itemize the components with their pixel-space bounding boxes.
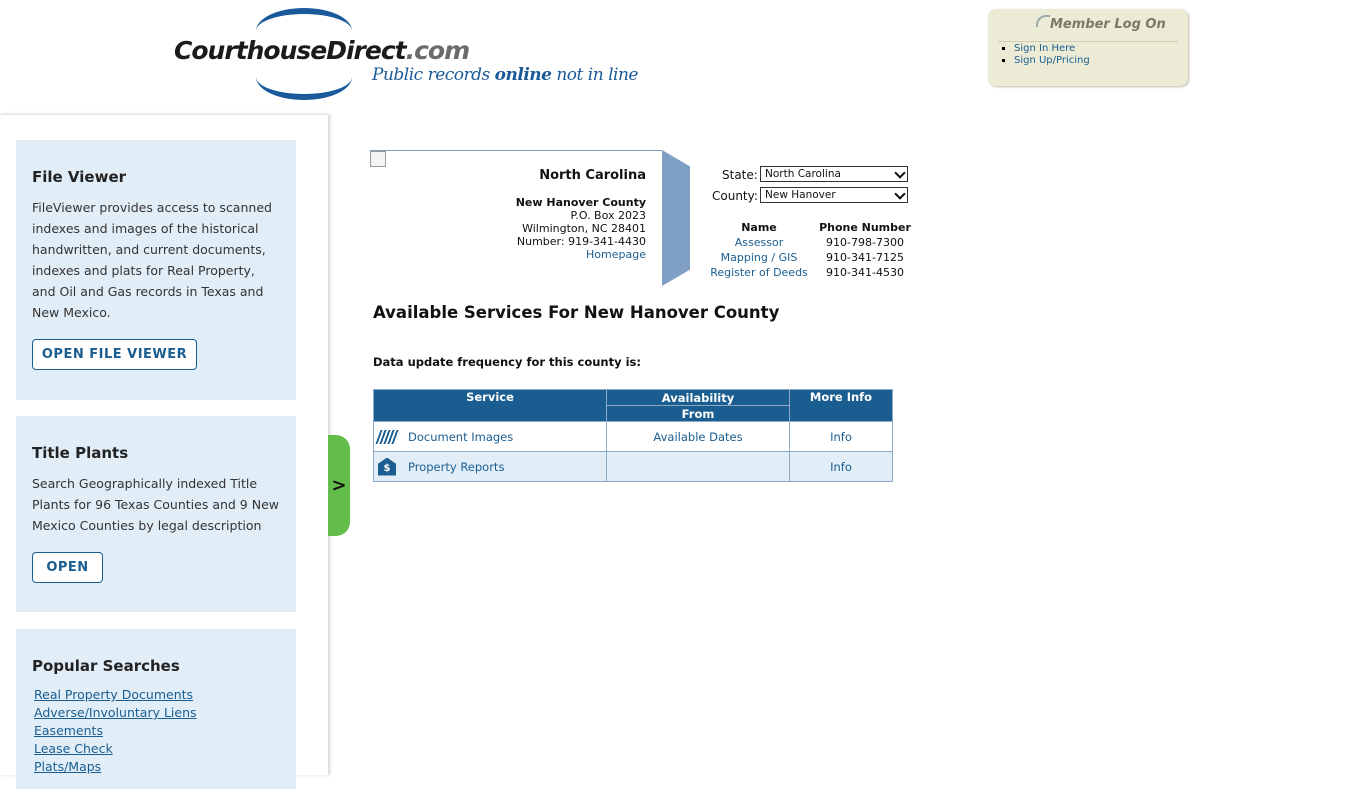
- property-report-icon: $: [378, 457, 400, 476]
- state-label: State:: [722, 168, 758, 182]
- county-details: New Hanover County P.O. Box 2023 Wilming…: [516, 196, 646, 261]
- info-link[interactable]: Info: [830, 460, 852, 474]
- site-logo[interactable]: CourthouseDirect.com Public records onli…: [170, 6, 638, 100]
- county-name: New Hanover County: [515, 196, 646, 209]
- contacts-name-header: Name: [741, 221, 777, 234]
- title-plants-card: Title Plants Search Geographically index…: [16, 416, 296, 612]
- info-link[interactable]: Info: [830, 430, 852, 444]
- county-contacts-table: Name Phone Number Assessor 910-798-7300 …: [704, 220, 916, 280]
- property-reports-link[interactable]: Property Reports: [408, 460, 504, 474]
- divider: [998, 41, 1178, 42]
- county-homepage-link[interactable]: Homepage: [586, 248, 646, 261]
- services-title: Available Services For New Hanover Count…: [373, 303, 780, 322]
- sign-in-link[interactable]: Sign In Here: [1014, 43, 1075, 54]
- open-file-viewer-button[interactable]: OPEN FILE VIEWER: [32, 339, 197, 370]
- county-info-panel: North Carolina New Hanover County P.O. B…: [370, 150, 662, 287]
- contacts-phone-header: Phone Number: [819, 221, 911, 234]
- document-images-link[interactable]: Document Images: [408, 430, 513, 444]
- logo-wordmark: CourthouseDirect.com: [174, 36, 470, 65]
- popular-searches-card: Popular Searches Real Property Documents…: [16, 629, 296, 789]
- availability-cell: [606, 451, 790, 482]
- popular-link[interactable]: Easements: [34, 722, 197, 740]
- table-row: $ Property Reports Info: [373, 451, 893, 482]
- popular-link[interactable]: Adverse/Involuntary Liens: [34, 704, 197, 722]
- county-state-title: North Carolina: [539, 168, 646, 183]
- county-label: County:: [712, 189, 758, 203]
- county-image: [370, 151, 386, 167]
- county-select[interactable]: New Hanover: [760, 187, 908, 203]
- sign-up-link[interactable]: Sign Up/Pricing: [1014, 55, 1090, 66]
- documents-icon: [375, 428, 401, 446]
- sidebar-toggle-button[interactable]: >: [328, 435, 350, 536]
- from-header: From: [606, 405, 790, 422]
- services-table: Service Availability More Info From Docu…: [373, 389, 893, 482]
- county-address-1: P.O. Box 2023: [570, 209, 646, 222]
- file-viewer-card: File Viewer FileViewer provides access t…: [16, 140, 296, 400]
- file-viewer-description: FileViewer provides access to scanned in…: [32, 200, 272, 320]
- popular-searches-title: Popular Searches: [32, 657, 180, 675]
- service-header: Service: [373, 389, 607, 422]
- logo-tagline: Public records online not in line: [372, 65, 638, 85]
- more-info-header: More Info: [789, 389, 893, 422]
- title-plants-description: Search Geographically indexed Title Plan…: [32, 476, 279, 533]
- contact-assessor-link[interactable]: Assessor: [735, 236, 783, 249]
- sidebar: File Viewer FileViewer provides access t…: [0, 114, 328, 789]
- popular-searches-list: Real Property Documents Adverse/Involunt…: [34, 686, 197, 776]
- open-title-plants-button[interactable]: OPEN: [32, 552, 103, 583]
- title-plants-title: Title Plants: [32, 444, 129, 462]
- login-arrow-icon: [1036, 15, 1050, 27]
- file-viewer-title: File Viewer: [32, 168, 127, 186]
- county-address-2: Wilmington, NC 28401: [522, 222, 646, 235]
- popular-link[interactable]: Lease Check: [34, 740, 197, 758]
- availability-header: Availability: [606, 389, 790, 406]
- contact-phone: 910-341-7125: [826, 251, 904, 264]
- county-number: Number: 919-341-4430: [516, 235, 646, 248]
- chevron-down-icon: [894, 188, 906, 200]
- contact-phone: 910-798-7300: [826, 236, 904, 249]
- update-frequency-label: Data update frequency for this county is…: [373, 355, 642, 369]
- available-dates-link[interactable]: Available Dates: [653, 430, 742, 444]
- popular-link[interactable]: Plats/Maps: [34, 758, 197, 776]
- state-select[interactable]: North Carolina: [760, 166, 908, 182]
- chevron-down-icon: [894, 167, 906, 179]
- contact-phone: 910-341-4530: [826, 266, 904, 279]
- member-login-box: Member Log On Sign In Here Sign Up/Prici…: [988, 9, 1188, 86]
- contact-register-link[interactable]: Register of Deeds: [710, 266, 808, 279]
- county-panel-decoration: [662, 150, 690, 286]
- popular-link[interactable]: Real Property Documents: [34, 686, 197, 704]
- member-login-title: Member Log On: [1050, 17, 1166, 32]
- contact-mapping-link[interactable]: Mapping / GIS: [721, 251, 798, 264]
- table-row: Document Images Available Dates Info: [373, 421, 893, 452]
